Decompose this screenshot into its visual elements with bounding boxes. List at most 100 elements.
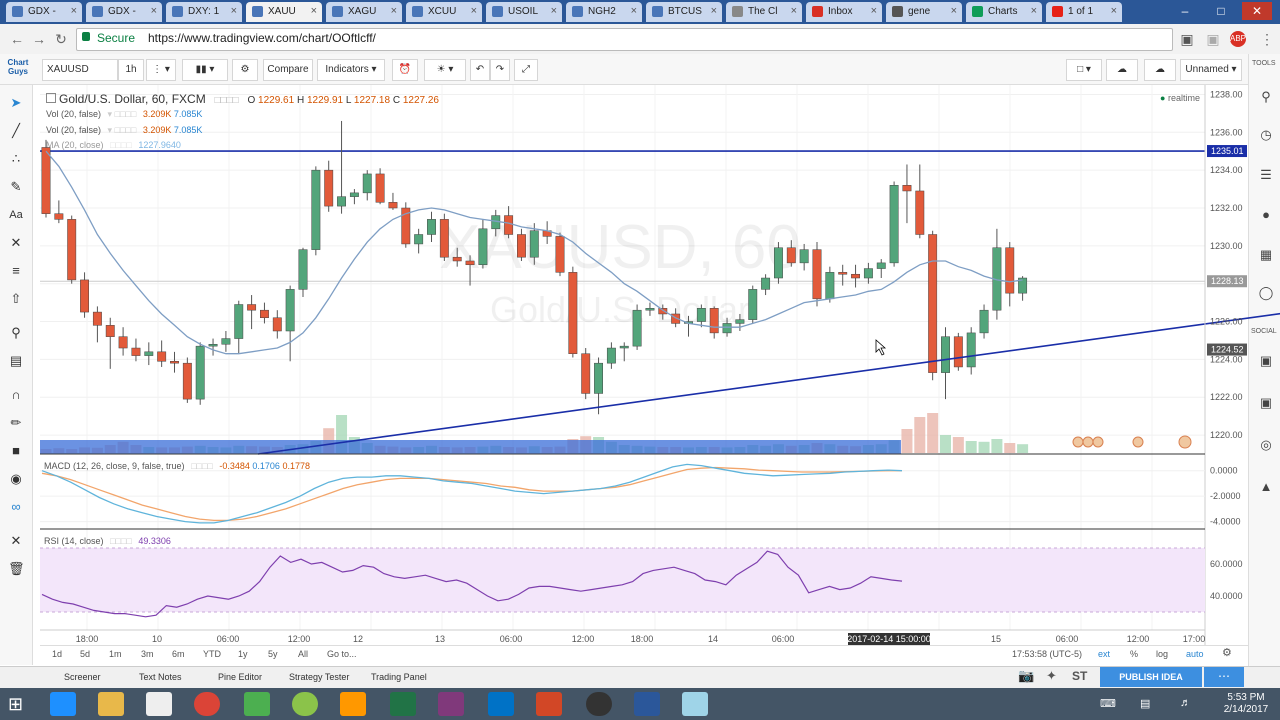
percent-toggle[interactable]: % <box>1130 649 1138 659</box>
browser-tab[interactable]: Charts × <box>966 2 1042 22</box>
interval-dropdown-icon[interactable]: ⋮ ▾ <box>146 59 176 81</box>
link-icon[interactable]: ∞ <box>8 499 24 515</box>
publish-idea-button[interactable]: PUBLISH IDEA <box>1100 667 1202 687</box>
panel-tab[interactable]: Pine Editor <box>218 672 262 682</box>
word-icon[interactable] <box>634 692 660 716</box>
explorer-icon[interactable] <box>98 692 124 716</box>
more-options-icon[interactable]: ⋯ <box>1204 667 1244 687</box>
pattern-icon[interactable]: ✕ <box>8 235 24 251</box>
range-button[interactable]: YTD <box>203 649 221 659</box>
calendar-icon[interactable]: ▦ <box>1257 246 1275 264</box>
messages-icon[interactable]: ▣ <box>1257 394 1275 412</box>
tab-close-icon[interactable]: × <box>1031 5 1037 17</box>
tab-close-icon[interactable]: × <box>231 5 237 17</box>
tab-close-icon[interactable]: × <box>951 5 957 17</box>
network-icon[interactable]: ▤ <box>1140 697 1150 710</box>
tab-close-icon[interactable]: × <box>151 5 157 17</box>
browser-tab[interactable]: Inbox × <box>806 2 882 22</box>
redo-icon[interactable]: ↷ <box>490 59 510 81</box>
legend-actions-icon[interactable]: □□□□ <box>215 95 239 106</box>
tab-close-icon[interactable]: × <box>871 5 877 17</box>
home-icon[interactable] <box>146 692 172 716</box>
save-cloud-icon[interactable]: ☁ <box>1144 59 1176 81</box>
settings-icon[interactable]: ⚙ <box>232 59 258 81</box>
pitchfork-icon[interactable]: ∴ <box>8 151 24 167</box>
browser-tab[interactable]: 1 of 1 × <box>1046 2 1122 22</box>
panel-tab[interactable]: Screener <box>64 672 101 682</box>
magnet-icon[interactable]: ∩ <box>8 387 24 403</box>
macd-legend[interactable]: MACD (12, 26, close, 9, false, true) □□□… <box>44 461 310 471</box>
stay-drawing-icon[interactable]: ✏ <box>8 415 24 431</box>
app-icon-3[interactable] <box>682 692 708 716</box>
reload-icon[interactable]: ↻ <box>52 30 70 48</box>
lock-drawings-icon[interactable]: ■ <box>8 443 24 459</box>
legend-checkbox-icon[interactable] <box>46 93 56 103</box>
trash-icon[interactable]: 🗑 <box>8 561 25 577</box>
tab-close-icon[interactable]: × <box>631 5 637 17</box>
range-button[interactable]: 1y <box>238 649 248 659</box>
notifications-icon[interactable]: ▲ <box>1257 478 1275 496</box>
onenote-icon[interactable] <box>438 692 464 716</box>
details-icon[interactable]: ☰ <box>1257 166 1275 184</box>
tab-close-icon[interactable]: × <box>311 5 317 17</box>
excel-icon[interactable] <box>390 692 416 716</box>
vol-legend-1[interactable]: Vol (20, false) ▾ □□□□ 3.209K 7.085K <box>46 109 202 120</box>
browser-tab[interactable]: XAGU × <box>326 2 402 22</box>
interval-button[interactable]: 1h <box>118 59 144 81</box>
range-button[interactable]: Go to... <box>327 649 357 659</box>
browser-tab[interactable]: The Cl × <box>726 2 802 22</box>
tab-close-icon[interactable]: × <box>71 5 77 17</box>
url-text[interactable]: https://www.tradingview.com/chart/OOftlc… <box>148 31 376 45</box>
arrow-up-icon[interactable]: ⇧ <box>8 291 24 307</box>
vol-legend-2[interactable]: Vol (20, false) ▾ □□□□ 3.209K 7.085K <box>46 125 202 136</box>
browser-tab[interactable]: gene × <box>886 2 962 22</box>
tab-close-icon[interactable]: × <box>551 5 557 17</box>
drive-icon[interactable] <box>244 692 270 716</box>
log-toggle[interactable]: log <box>1156 649 1168 659</box>
remove-tools-icon[interactable]: ✕ <box>8 533 24 549</box>
tab-close-icon[interactable]: × <box>391 5 397 17</box>
symbol-search-input[interactable]: XAUUSD <box>42 59 118 81</box>
browser-tab[interactable]: XCUU × <box>406 2 482 22</box>
ideas-icon[interactable]: ◯ <box>1257 284 1275 302</box>
range-button[interactable]: 1d <box>52 649 62 659</box>
browser-tab[interactable]: DXY: 1 × <box>166 2 242 22</box>
hide-drawings-icon[interactable]: ◉ <box>8 471 24 487</box>
fib-icon[interactable]: ≡ <box>8 263 24 279</box>
range-button[interactable]: 5d <box>80 649 90 659</box>
indicators-button[interactable]: Indicators ▾ <box>317 59 385 81</box>
app-icon-2[interactable] <box>340 692 366 716</box>
browser-tab[interactable]: NGH2 × <box>566 2 642 22</box>
measure-icon[interactable]: ▤ <box>8 353 24 369</box>
fullscreen-icon[interactable]: ⤢ <box>514 59 538 81</box>
keyboard-icon[interactable]: ⌨ <box>1100 697 1116 710</box>
tab-close-icon[interactable]: × <box>1111 5 1117 17</box>
streams-icon[interactable]: ◎ <box>1257 436 1275 454</box>
auto-toggle[interactable]: auto <box>1186 649 1204 659</box>
volume-icon[interactable]: ♬ <box>1180 697 1191 709</box>
cursor-icon[interactable]: ➤ <box>8 95 24 111</box>
tab-close-icon[interactable]: × <box>711 5 717 17</box>
chrome-menu-icon[interactable]: ⋮ <box>1258 30 1276 48</box>
maximize-icon[interactable]: □ <box>1206 2 1236 20</box>
compare-button[interactable]: Compare <box>263 59 313 81</box>
forward-icon[interactable]: → <box>30 30 48 48</box>
outlook-icon[interactable] <box>488 692 514 716</box>
rsi-legend[interactable]: RSI (14, close) □□□□ 49.3306 <box>44 536 171 546</box>
search-icon[interactable]: ⚲ <box>1257 88 1275 106</box>
range-button[interactable]: 3m <box>141 649 154 659</box>
hotlist-icon[interactable]: ● <box>1257 206 1275 224</box>
camera-icon[interactable]: 📷 <box>1018 668 1034 684</box>
obs-icon[interactable] <box>586 692 612 716</box>
text-tool-icon[interactable]: Aa <box>8 207 24 223</box>
replay-icon[interactable]: ☀ ▾ <box>424 59 466 81</box>
browser-tab[interactable]: USOIL × <box>486 2 562 22</box>
range-button[interactable]: 6m <box>172 649 185 659</box>
twitter-icon[interactable]: ✦ <box>1046 668 1057 684</box>
minimize-icon[interactable]: – <box>1170 2 1200 20</box>
app-icon[interactable] <box>292 692 318 716</box>
range-button[interactable]: 1m <box>109 649 122 659</box>
chrome-icon[interactable] <box>194 692 220 716</box>
browser-tab[interactable]: GDX - × <box>6 2 82 22</box>
panel-tab[interactable]: Trading Panel <box>371 672 427 682</box>
